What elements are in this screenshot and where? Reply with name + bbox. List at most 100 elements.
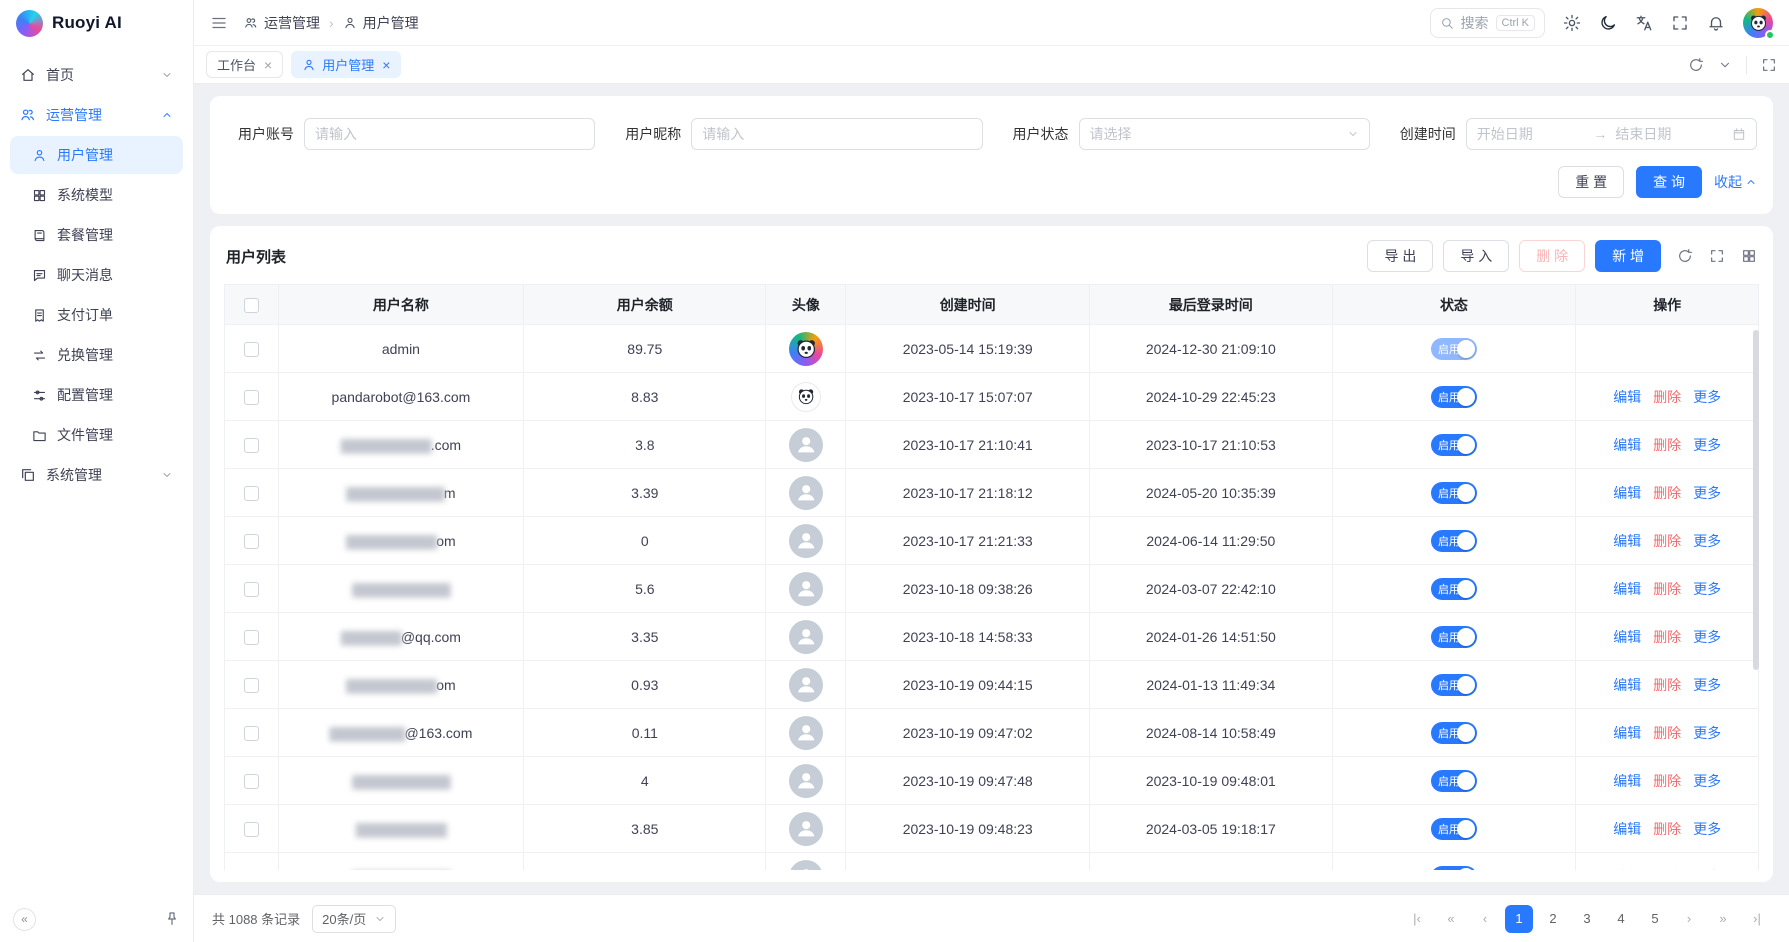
row-checkbox[interactable]: [244, 438, 259, 453]
add-button[interactable]: 新 增: [1595, 240, 1661, 272]
row-checkbox[interactable]: [244, 774, 259, 789]
edit-link[interactable]: 编辑: [1613, 485, 1641, 501]
row-checkbox[interactable]: [244, 390, 259, 405]
page-button-4[interactable]: 4: [1607, 905, 1635, 933]
more-link[interactable]: 更多: [1693, 773, 1721, 789]
sidebar-item-user-management[interactable]: 用户管理: [10, 136, 183, 174]
sidebar-item-exchange-management[interactable]: 兑换管理: [10, 336, 183, 374]
delete-link[interactable]: 删除: [1653, 725, 1681, 741]
reset-button[interactable]: 重 置: [1558, 166, 1624, 198]
status-toggle[interactable]: 启用: [1431, 674, 1477, 696]
tab-workbench[interactable]: 工作台 ×: [206, 51, 283, 78]
prev-pages-button[interactable]: «: [1437, 905, 1465, 933]
sidebar-item-config-management[interactable]: 配置管理: [10, 376, 183, 414]
nickname-input[interactable]: [691, 118, 982, 150]
created-date-range[interactable]: 开始日期 → 结束日期: [1466, 118, 1757, 150]
edit-link[interactable]: 编辑: [1613, 725, 1641, 741]
delete-link[interactable]: 删除: [1653, 485, 1681, 501]
edit-link[interactable]: 编辑: [1613, 389, 1641, 405]
status-toggle[interactable]: 启用: [1431, 338, 1477, 360]
page-button-5[interactable]: 5: [1641, 905, 1669, 933]
status-toggle[interactable]: 启用: [1431, 386, 1477, 408]
pin-icon[interactable]: [164, 911, 180, 927]
sidebar-item-system-management[interactable]: 系统管理: [10, 456, 183, 494]
more-link[interactable]: 更多: [1693, 629, 1721, 645]
app-logo[interactable]: Ruoyi AI: [0, 0, 193, 46]
delete-link[interactable]: 删除: [1653, 629, 1681, 645]
edit-link[interactable]: 编辑: [1613, 773, 1641, 789]
row-checkbox[interactable]: [244, 582, 259, 597]
more-link[interactable]: 更多: [1693, 725, 1721, 741]
more-link[interactable]: 更多: [1693, 821, 1721, 837]
delete-link[interactable]: 删除: [1653, 869, 1681, 871]
status-toggle[interactable]: 启用: [1431, 530, 1477, 552]
theme-toggle-icon[interactable]: [1599, 14, 1617, 32]
tab-user-management[interactable]: 用户管理 ×: [291, 51, 401, 78]
edit-link[interactable]: 编辑: [1613, 629, 1641, 645]
row-checkbox[interactable]: [244, 822, 259, 837]
delete-link[interactable]: 删除: [1653, 389, 1681, 405]
refresh-page-icon[interactable]: [1688, 57, 1704, 73]
breadcrumb-item-user-management[interactable]: 用户管理: [343, 13, 419, 33]
delete-link[interactable]: 删除: [1653, 533, 1681, 549]
sidebar-item-chat-messages[interactable]: 聊天消息: [10, 256, 183, 294]
status-toggle[interactable]: 启用: [1431, 434, 1477, 456]
delete-link[interactable]: 删除: [1653, 677, 1681, 693]
row-checkbox[interactable]: [244, 630, 259, 645]
search-button[interactable]: 查 询: [1636, 166, 1702, 198]
page-button-3[interactable]: 3: [1573, 905, 1601, 933]
column-settings-icon[interactable]: [1741, 248, 1757, 264]
sidebar-item-operations[interactable]: 运营管理: [10, 96, 183, 134]
more-link[interactable]: 更多: [1693, 437, 1721, 453]
delete-link[interactable]: 删除: [1653, 821, 1681, 837]
row-checkbox[interactable]: [244, 342, 259, 357]
prev-page-button[interactable]: ‹: [1471, 905, 1499, 933]
collapse-filter-link[interactable]: 收起: [1714, 172, 1757, 192]
sidebar-item-payment-orders[interactable]: 支付订单: [10, 296, 183, 334]
status-toggle[interactable]: 启用: [1431, 578, 1477, 600]
edit-link[interactable]: 编辑: [1613, 533, 1641, 549]
account-input[interactable]: [304, 118, 595, 150]
refresh-list-icon[interactable]: [1677, 248, 1693, 264]
sidebar-item-home[interactable]: 首页: [10, 56, 183, 94]
close-icon[interactable]: ×: [382, 57, 390, 73]
global-search[interactable]: 搜索 Ctrl K: [1430, 8, 1546, 38]
next-pages-button[interactable]: »: [1709, 905, 1737, 933]
row-checkbox[interactable]: [244, 678, 259, 693]
user-avatar[interactable]: [1743, 8, 1773, 38]
page-button-1[interactable]: 1: [1505, 905, 1533, 933]
delete-link[interactable]: 删除: [1653, 581, 1681, 597]
status-toggle[interactable]: 启用: [1431, 482, 1477, 504]
edit-link[interactable]: 编辑: [1613, 437, 1641, 453]
select-all-checkbox[interactable]: [244, 298, 259, 313]
edit-link[interactable]: 编辑: [1613, 581, 1641, 597]
more-link[interactable]: 更多: [1693, 533, 1721, 549]
status-toggle[interactable]: 启用: [1431, 722, 1477, 744]
page-button-2[interactable]: 2: [1539, 905, 1567, 933]
fullscreen-icon[interactable]: [1671, 14, 1689, 32]
status-select[interactable]: 请选择: [1079, 118, 1370, 150]
last-page-button[interactable]: ›|: [1743, 905, 1771, 933]
page-size-select[interactable]: 20条/页: [312, 905, 396, 933]
sidebar-item-system-model[interactable]: 系统模型: [10, 176, 183, 214]
language-icon[interactable]: [1635, 14, 1653, 32]
table-scrollbar[interactable]: [1753, 330, 1759, 670]
edit-link[interactable]: 编辑: [1613, 677, 1641, 693]
more-link[interactable]: 更多: [1693, 869, 1721, 871]
close-icon[interactable]: ×: [264, 57, 272, 73]
content-fullscreen-icon[interactable]: [1761, 57, 1777, 73]
status-toggle[interactable]: 启用: [1431, 770, 1477, 792]
table-fullscreen-icon[interactable]: [1709, 248, 1725, 264]
sidebar-collapse-button[interactable]: «: [13, 908, 36, 931]
export-button[interactable]: 导 出: [1367, 240, 1433, 272]
notifications-icon[interactable]: [1707, 14, 1725, 32]
breadcrumb-item-operations[interactable]: 运营管理: [244, 13, 320, 33]
status-toggle[interactable]: 启用: [1431, 626, 1477, 648]
sidebar-item-package-management[interactable]: 套餐管理: [10, 216, 183, 254]
status-toggle[interactable]: 启用: [1431, 866, 1477, 871]
edit-link[interactable]: 编辑: [1613, 821, 1641, 837]
menu-toggle-icon[interactable]: [210, 14, 228, 32]
row-checkbox[interactable]: [244, 534, 259, 549]
delete-link[interactable]: 删除: [1653, 437, 1681, 453]
edit-link[interactable]: 编辑: [1613, 869, 1641, 871]
